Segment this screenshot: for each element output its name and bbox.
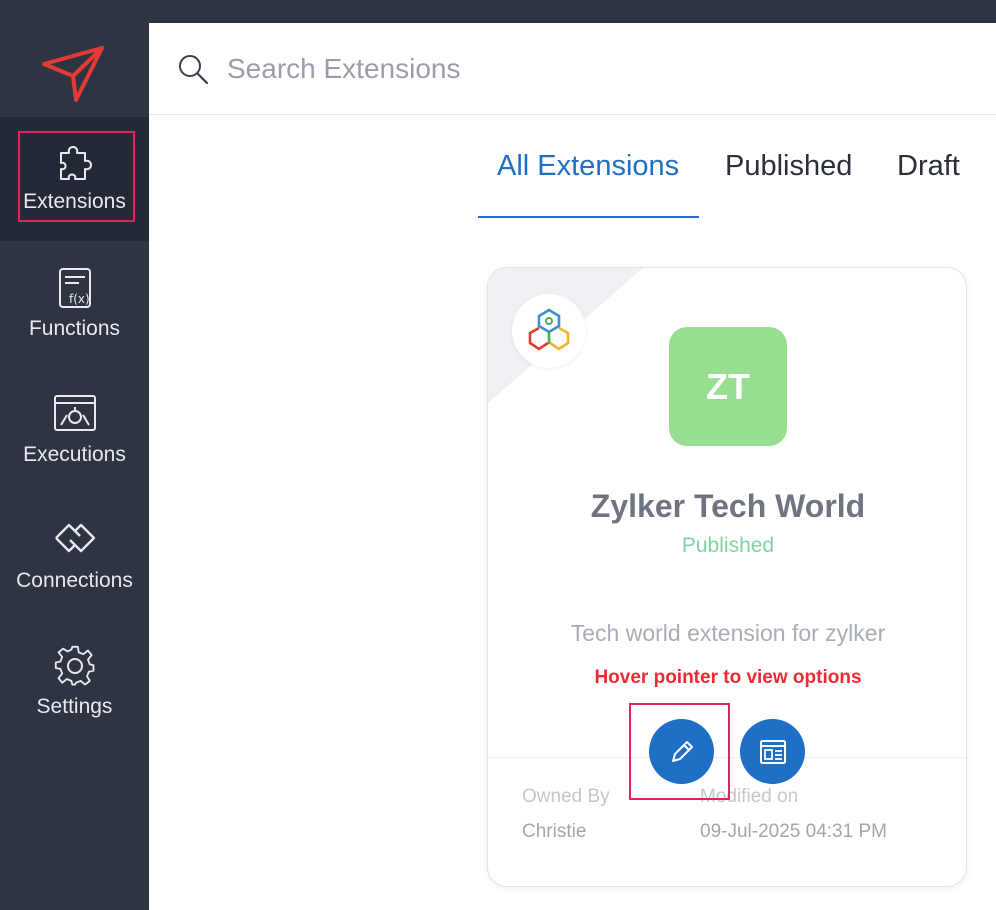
sidebar-item-functions[interactable]: f(x) Functions [0,243,149,367]
highlight-box [18,131,135,222]
owned-by-label: Owned By [522,786,610,807]
extension-avatar: ZT [669,327,787,446]
sidebar-item-label: Functions [28,317,121,340]
search-bar [149,23,996,115]
modified-label: Modified on [700,786,799,807]
search-input[interactable] [227,45,927,93]
sidebar-item-extensions[interactable]: Extensions [0,117,149,241]
sidebar-item-label: Executions [23,443,126,466]
sidebar-item-label: Settings [36,695,113,718]
active-tab-indicator [478,216,699,218]
app-logo-icon[interactable] [40,44,106,104]
tab-all-extensions[interactable]: All Extensions [497,150,679,183]
svg-text:f(x): f(x) [69,292,90,306]
tab-draft[interactable]: Draft [897,150,960,183]
executions-icon [53,395,96,431]
sidebar-item-label: Connections [16,569,133,592]
extension-badge-icon [528,308,570,351]
search-icon [179,55,209,85]
connections-icon [54,523,95,553]
function-icon: f(x) [58,268,91,308]
extension-card[interactable]: ZT Zylker Tech World Published Tech worl… [487,267,967,887]
card-divider [488,757,966,758]
top-bar [0,0,996,23]
view-button[interactable] [740,719,805,784]
extension-description: Tech world extension for zylker [570,620,886,646]
sidebar-item-executions[interactable]: Executions [0,369,149,493]
modified-date: 09-Jul-2025 04:31 PM [700,821,887,842]
preview-icon [759,739,786,764]
pencil-icon [671,740,693,762]
extension-status: Published [681,534,775,557]
extension-name: Zylker Tech World [590,488,866,524]
sidebar-item-connections[interactable]: Connections [0,495,149,619]
sidebar: Extensions f(x) Functions Executions Con… [0,0,149,910]
gear-icon [54,645,94,686]
owner-name: Christie [522,821,587,842]
edit-button[interactable] [649,719,714,784]
tab-published[interactable]: Published [725,150,852,183]
sidebar-item-settings[interactable]: Settings [0,621,149,745]
hover-hint: Hover pointer to view options [594,667,862,688]
extension-type-badge [512,294,586,368]
